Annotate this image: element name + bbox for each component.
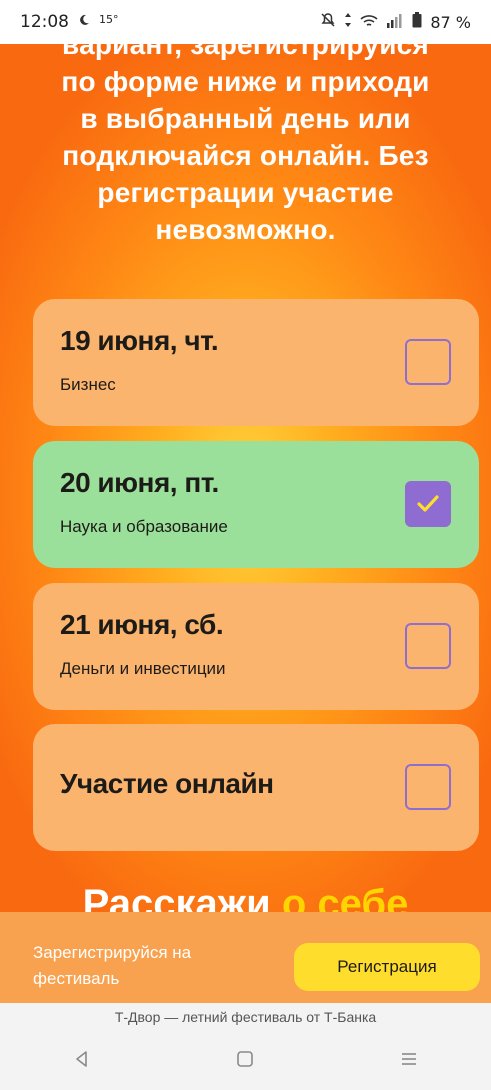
wifi-icon <box>360 13 378 32</box>
section-title-main: Расскажи <box>82 882 271 912</box>
registration-text: Зарегистрируйся на фестиваль <box>33 943 192 988</box>
page-caption: Т-Двор — летний фестиваль от Т-Банка <box>0 1003 491 1031</box>
home-icon[interactable] <box>236 1048 254 1074</box>
system-nav-bar <box>0 1031 491 1090</box>
recents-icon[interactable] <box>400 1048 418 1074</box>
back-icon[interactable] <box>73 1048 91 1074</box>
intro-text: вариант, зарегистрируйся по форме ниже и… <box>0 44 491 248</box>
option-date: 19 июня, чт. <box>60 325 219 356</box>
register-button[interactable]: Регистрация <box>294 943 480 991</box>
data-arrows-icon <box>344 12 352 32</box>
section-title-accent: о себе <box>281 882 409 912</box>
option-card-june-20[interactable]: 20 июня, пт. Наука и образование <box>33 441 479 568</box>
option-topic: Бизнес <box>60 375 116 394</box>
main-content: вариант, зарегистрируйся по форме ниже и… <box>0 44 491 912</box>
weather-icon <box>77 12 91 32</box>
intro-line: вариант, зарегистрируйся <box>62 44 429 60</box>
option-checkbox[interactable] <box>405 339 451 385</box>
option-card-online[interactable]: Участие онлайн <box>33 724 479 851</box>
option-card-june-19[interactable]: 19 июня, чт. Бизнес <box>33 299 479 426</box>
option-topic: Наука и образование <box>60 517 228 536</box>
battery-level: 87 % <box>430 12 471 32</box>
status-bar: 12:08 15° 87 % <box>0 0 491 44</box>
intro-line: в выбранный день или <box>80 103 411 134</box>
registration-bar: Зарегистрируйся на фестиваль Регистрация <box>0 912 491 1003</box>
temperature: 15° <box>99 12 119 26</box>
intro-line: невозможно. <box>155 214 336 245</box>
option-date: 21 июня, сб. <box>60 609 224 640</box>
option-date: 20 июня, пт. <box>60 467 219 498</box>
option-date: Участие онлайн <box>60 768 274 799</box>
option-checkbox[interactable] <box>405 764 451 810</box>
intro-line: по форме ниже и приходи <box>61 66 430 97</box>
mute-icon <box>320 12 336 32</box>
option-card-june-21[interactable]: 21 июня, сб. Деньги и инвестиции <box>33 583 479 710</box>
check-icon <box>417 495 439 512</box>
signal-icon <box>386 13 404 32</box>
option-checkbox[interactable] <box>405 623 451 669</box>
intro-line: подключайся онлайн. Без <box>62 140 429 171</box>
option-checkbox[interactable] <box>405 481 451 527</box>
battery-icon <box>412 12 422 32</box>
intro-line: регистрации участие <box>97 177 394 208</box>
clock: 12:08 <box>20 12 69 32</box>
option-topic: Деньги и инвестиции <box>60 659 226 678</box>
section-title: Расскажи о себе <box>0 882 491 912</box>
